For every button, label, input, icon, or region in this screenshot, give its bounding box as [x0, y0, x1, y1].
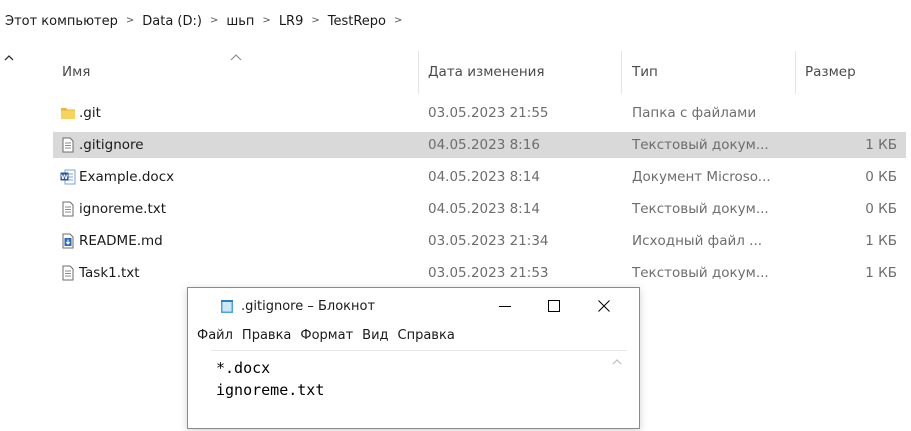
file-type: Текстовый докум...: [632, 265, 769, 281]
breadcrumb-item-lr9[interactable]: LR9: [279, 14, 304, 29]
chevron-right-icon[interactable]: >: [311, 15, 319, 26]
notepad-window[interactable]: .gitignore – Блокнот Файл Правка Формат …: [187, 287, 640, 429]
file-row-selected[interactable]: .gitignore 04.05.2023 8:16 Текстовый док…: [0, 132, 911, 158]
file-name: ignoreme.txt: [79, 201, 167, 217]
notepad-text-area[interactable]: *.docx ignoreme.txt: [211, 350, 627, 431]
column-divider[interactable]: [621, 51, 622, 94]
menu-view[interactable]: Вид: [358, 326, 392, 346]
column-header-type[interactable]: Тип: [632, 64, 658, 80]
notepad-content[interactable]: *.docx ignoreme.txt: [216, 357, 324, 401]
file-size: 0 КБ: [865, 201, 897, 217]
chevron-right-icon[interactable]: >: [262, 15, 270, 26]
file-row[interactable]: README.md 03.05.2023 21:34 Исходный файл…: [0, 228, 911, 254]
column-header-size[interactable]: Размер: [805, 64, 856, 80]
file-row[interactable]: Task1.txt 03.05.2023 21:53 Текстовый док…: [0, 260, 911, 286]
file-size: 1 КБ: [865, 137, 897, 153]
breadcrumb-item-data-drive[interactable]: Data (D:): [142, 14, 202, 29]
notepad-app-icon[interactable]: [219, 298, 235, 314]
file-name: .git: [79, 105, 101, 121]
notepad-title: .gitignore – Блокнот: [241, 299, 376, 314]
breadcrumb-item-folder[interactable]: шьп: [226, 14, 254, 29]
file-name: README.md: [79, 233, 163, 249]
maximize-button[interactable]: [531, 288, 576, 324]
chevron-right-icon[interactable]: >: [210, 15, 218, 26]
chevron-right-icon[interactable]: >: [126, 15, 134, 26]
column-header-name[interactable]: Имя: [62, 64, 90, 80]
file-size: 1 КБ: [865, 233, 897, 249]
file-size: 0 КБ: [865, 169, 897, 185]
breadcrumb-item-testrepo[interactable]: TestRepo: [328, 14, 386, 29]
notepad-titlebar[interactable]: .gitignore – Блокнот: [188, 288, 639, 324]
breadcrumb-item-this-pc[interactable]: Этот компьютер: [5, 14, 118, 29]
file-type: Текстовый докум...: [632, 137, 769, 153]
close-icon: [598, 300, 610, 312]
file-name: Example.docx: [79, 169, 175, 185]
file-date: 03.05.2023 21:53: [428, 265, 549, 281]
file-row[interactable]: ignoreme.txt 04.05.2023 8:14 Текстовый д…: [0, 196, 911, 222]
column-divider[interactable]: [795, 51, 796, 94]
text-file-icon: [60, 201, 76, 217]
file-name: Task1.txt: [79, 265, 140, 281]
scroll-up-arrow-icon[interactable]: [611, 355, 627, 369]
column-header-date[interactable]: Дата изменения: [428, 64, 545, 80]
menu-help[interactable]: Справка: [394, 326, 459, 346]
file-type: Документ Microso...: [632, 169, 771, 185]
minimize-icon: [499, 306, 511, 307]
file-date: 03.05.2023 21:34: [428, 233, 549, 249]
folder-icon: [60, 105, 76, 121]
file-name: .gitignore: [79, 137, 144, 153]
file-type: Папка с файлами: [632, 105, 757, 121]
breadcrumb: Этот компьютер > Data (D:) > шьп > LR9 >…: [5, 13, 410, 29]
file-row[interactable]: W Example.docx 04.05.2023 8:14 Документ …: [0, 164, 911, 190]
file-date: 04.05.2023 8:16: [428, 137, 540, 153]
text-file-icon: [60, 137, 76, 153]
column-divider[interactable]: [418, 51, 419, 94]
scroll-up-arrow-icon[interactable]: [2, 53, 16, 67]
file-type: Исходный файл ...: [632, 233, 763, 249]
file-date: 03.05.2023 21:55: [428, 105, 549, 121]
sort-ascending-icon: [229, 51, 243, 61]
text-file-icon: [60, 265, 76, 281]
file-type: Текстовый докум...: [632, 201, 769, 217]
word-document-icon: W: [60, 169, 76, 185]
file-size: 1 КБ: [865, 265, 897, 281]
file-row[interactable]: .git 03.05.2023 21:55 Папка с файлами: [0, 100, 911, 126]
markdown-file-icon: [60, 233, 76, 249]
svg-text:W: W: [61, 173, 68, 181]
menu-edit[interactable]: Правка: [238, 326, 295, 346]
close-button[interactable]: [581, 288, 626, 324]
maximize-icon: [548, 300, 560, 312]
menu-file[interactable]: Файл: [193, 326, 237, 346]
minimize-button[interactable]: [482, 288, 527, 324]
chevron-right-icon[interactable]: >: [394, 15, 402, 26]
menu-format[interactable]: Формат: [296, 326, 357, 346]
file-date: 04.05.2023 8:14: [428, 169, 540, 185]
notepad-menubar: Файл Правка Формат Вид Справка: [188, 326, 460, 346]
file-date: 04.05.2023 8:14: [428, 201, 540, 217]
